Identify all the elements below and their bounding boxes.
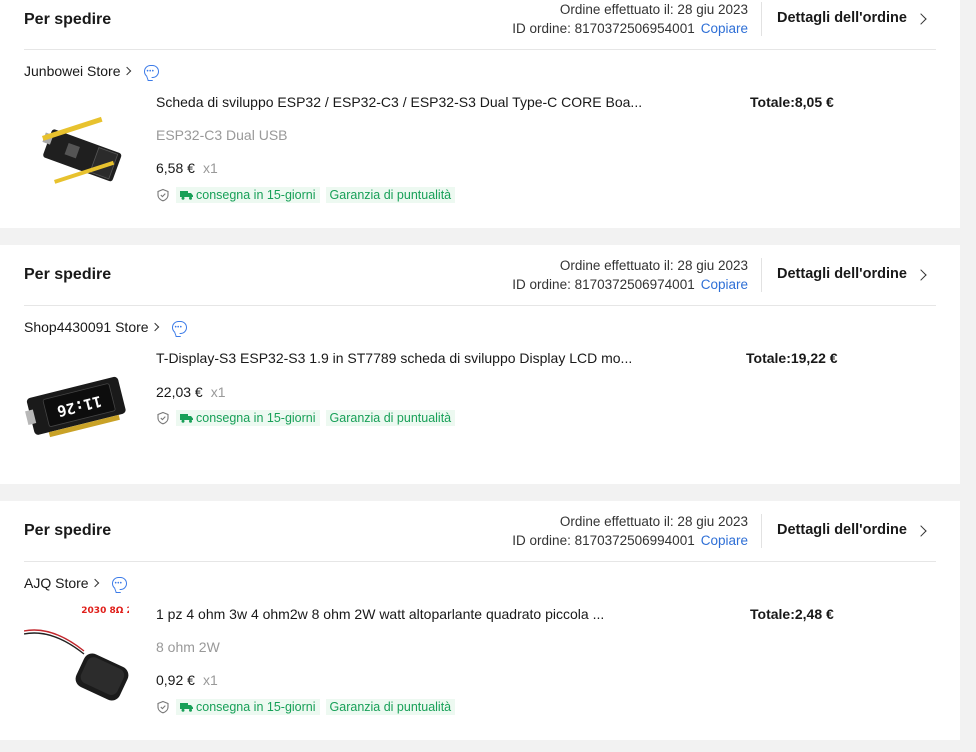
divider	[24, 561, 936, 562]
product-variant: 8 ohm 2W	[156, 639, 220, 655]
copy-button[interactable]: Copiare	[701, 277, 748, 292]
tag-row: consegna in 15-giorni Garanzia di puntua…	[156, 410, 456, 426]
store-link[interactable]: Junbowei Store •••	[24, 63, 159, 79]
chat-icon[interactable]: •••	[143, 64, 159, 78]
price-value: 6,58 €	[156, 160, 195, 176]
quantity: x1	[202, 160, 218, 176]
copy-button[interactable]: Copiare	[701, 533, 748, 548]
delivery-tag: consegna in 15-giorni	[176, 699, 320, 715]
product-title[interactable]: T-Display-S3 ESP32-S3 1.9 in ST7789 sche…	[156, 350, 656, 366]
chevron-right-icon	[150, 322, 159, 332]
order-card: Per spedire Ordine effettuato il: 28 giu…	[0, 0, 960, 228]
product-title[interactable]: Scheda di sviluppo ESP32 / ESP32-C3 / ES…	[156, 94, 656, 110]
copy-button[interactable]: Copiare	[701, 21, 748, 36]
order-total: Totale:2,48 €	[750, 606, 834, 622]
order-status: Per spedire	[24, 11, 112, 28]
delivery-text: consegna in 15-giorni	[196, 411, 316, 425]
chat-icon[interactable]: •••	[171, 320, 187, 334]
chevron-right-icon	[915, 524, 927, 537]
tag-row: consegna in 15-giorni Garanzia di puntua…	[156, 699, 456, 715]
store-name: Shop4430091 Store	[24, 319, 149, 335]
order-details-label: Dettagli dell'ordine	[777, 10, 907, 26]
divider	[24, 305, 936, 306]
order-details-label: Dettagli dell'ordine	[777, 522, 907, 538]
order-status: Per spedire	[24, 266, 112, 283]
product-thumbnail[interactable]: 2030 8Ω 2W	[24, 601, 129, 706]
delivery-tag: consegna in 15-giorni	[176, 410, 320, 426]
shield-icon	[157, 700, 169, 714]
guarantee-tag: Garanzia di puntualità	[325, 410, 456, 426]
order-meta: Ordine effettuato il: 28 giu 2023 ID ord…	[512, 0, 748, 38]
image-lettering: 2030 8Ω 2W	[81, 606, 129, 616]
delivery-text: consegna in 15-giorni	[196, 700, 316, 714]
order-id: ID ordine: 8170372506994001	[512, 533, 695, 548]
quantity: x1	[210, 384, 226, 400]
product-title[interactable]: 1 pz 4 ohm 3w 4 ohm2w 8 ohm 2W watt alto…	[156, 606, 656, 622]
product-variant: ESP32-C3 Dual USB	[156, 127, 288, 143]
quantity: x1	[202, 672, 218, 688]
order-date: Ordine effettuato il: 28 giu 2023	[559, 514, 748, 529]
delivery-tag: consegna in 15-giorni	[176, 187, 320, 203]
order-card: Per spedire Ordine effettuato il: 28 giu…	[0, 245, 960, 484]
chevron-right-icon	[915, 268, 927, 281]
tag-row: consegna in 15-giorni Garanzia di puntua…	[156, 187, 456, 203]
order-id: ID ordine: 8170372506974001	[512, 277, 695, 292]
chevron-right-icon	[90, 578, 99, 588]
chat-icon[interactable]: •••	[111, 576, 127, 590]
order-date: Ordine effettuato il: 28 giu 2023	[559, 2, 748, 17]
store-name: Junbowei Store	[24, 63, 121, 79]
product-price: 22,03 € x1	[156, 384, 226, 400]
order-card: Per spedire Ordine effettuato il: 28 giu…	[0, 501, 960, 740]
price-value: 0,92 €	[156, 672, 195, 688]
order-meta: Ordine effettuato il: 28 giu 2023 ID ord…	[512, 512, 748, 550]
divider	[24, 49, 936, 50]
truck-icon	[180, 191, 193, 200]
price-value: 22,03 €	[156, 384, 203, 400]
order-status: Per spedire	[24, 522, 112, 539]
chevron-right-icon	[122, 66, 131, 76]
delivery-text: consegna in 15-giorni	[196, 188, 316, 202]
store-link[interactable]: AJQ Store •••	[24, 575, 127, 591]
store-link[interactable]: Shop4430091 Store •••	[24, 319, 187, 335]
order-total: Totale:19,22 €	[746, 350, 838, 366]
product-price: 6,58 € x1	[156, 160, 218, 176]
product-thumbnail[interactable]: 11:26	[24, 357, 129, 462]
order-id: ID ordine: 8170372506954001	[512, 21, 695, 36]
divider	[761, 514, 762, 548]
product-thumbnail[interactable]	[24, 100, 129, 205]
order-details-link[interactable]: Dettagli dell'ordine	[777, 266, 927, 282]
order-date: Ordine effettuato il: 28 giu 2023	[559, 258, 748, 273]
order-details-link[interactable]: Dettagli dell'ordine	[777, 522, 927, 538]
order-total: Totale:8,05 €	[750, 94, 834, 110]
order-details-label: Dettagli dell'ordine	[777, 266, 907, 282]
chevron-right-icon	[915, 12, 927, 25]
order-meta: Ordine effettuato il: 28 giu 2023 ID ord…	[512, 256, 748, 294]
guarantee-tag: Garanzia di puntualità	[325, 699, 456, 715]
divider	[761, 258, 762, 292]
store-name: AJQ Store	[24, 575, 89, 591]
order-details-link[interactable]: Dettagli dell'ordine	[777, 10, 927, 26]
divider	[761, 2, 762, 36]
truck-icon	[180, 414, 193, 423]
truck-icon	[180, 703, 193, 712]
shield-icon	[157, 411, 169, 425]
shield-icon	[157, 188, 169, 202]
product-price: 0,92 € x1	[156, 672, 218, 688]
guarantee-tag: Garanzia di puntualità	[325, 187, 456, 203]
